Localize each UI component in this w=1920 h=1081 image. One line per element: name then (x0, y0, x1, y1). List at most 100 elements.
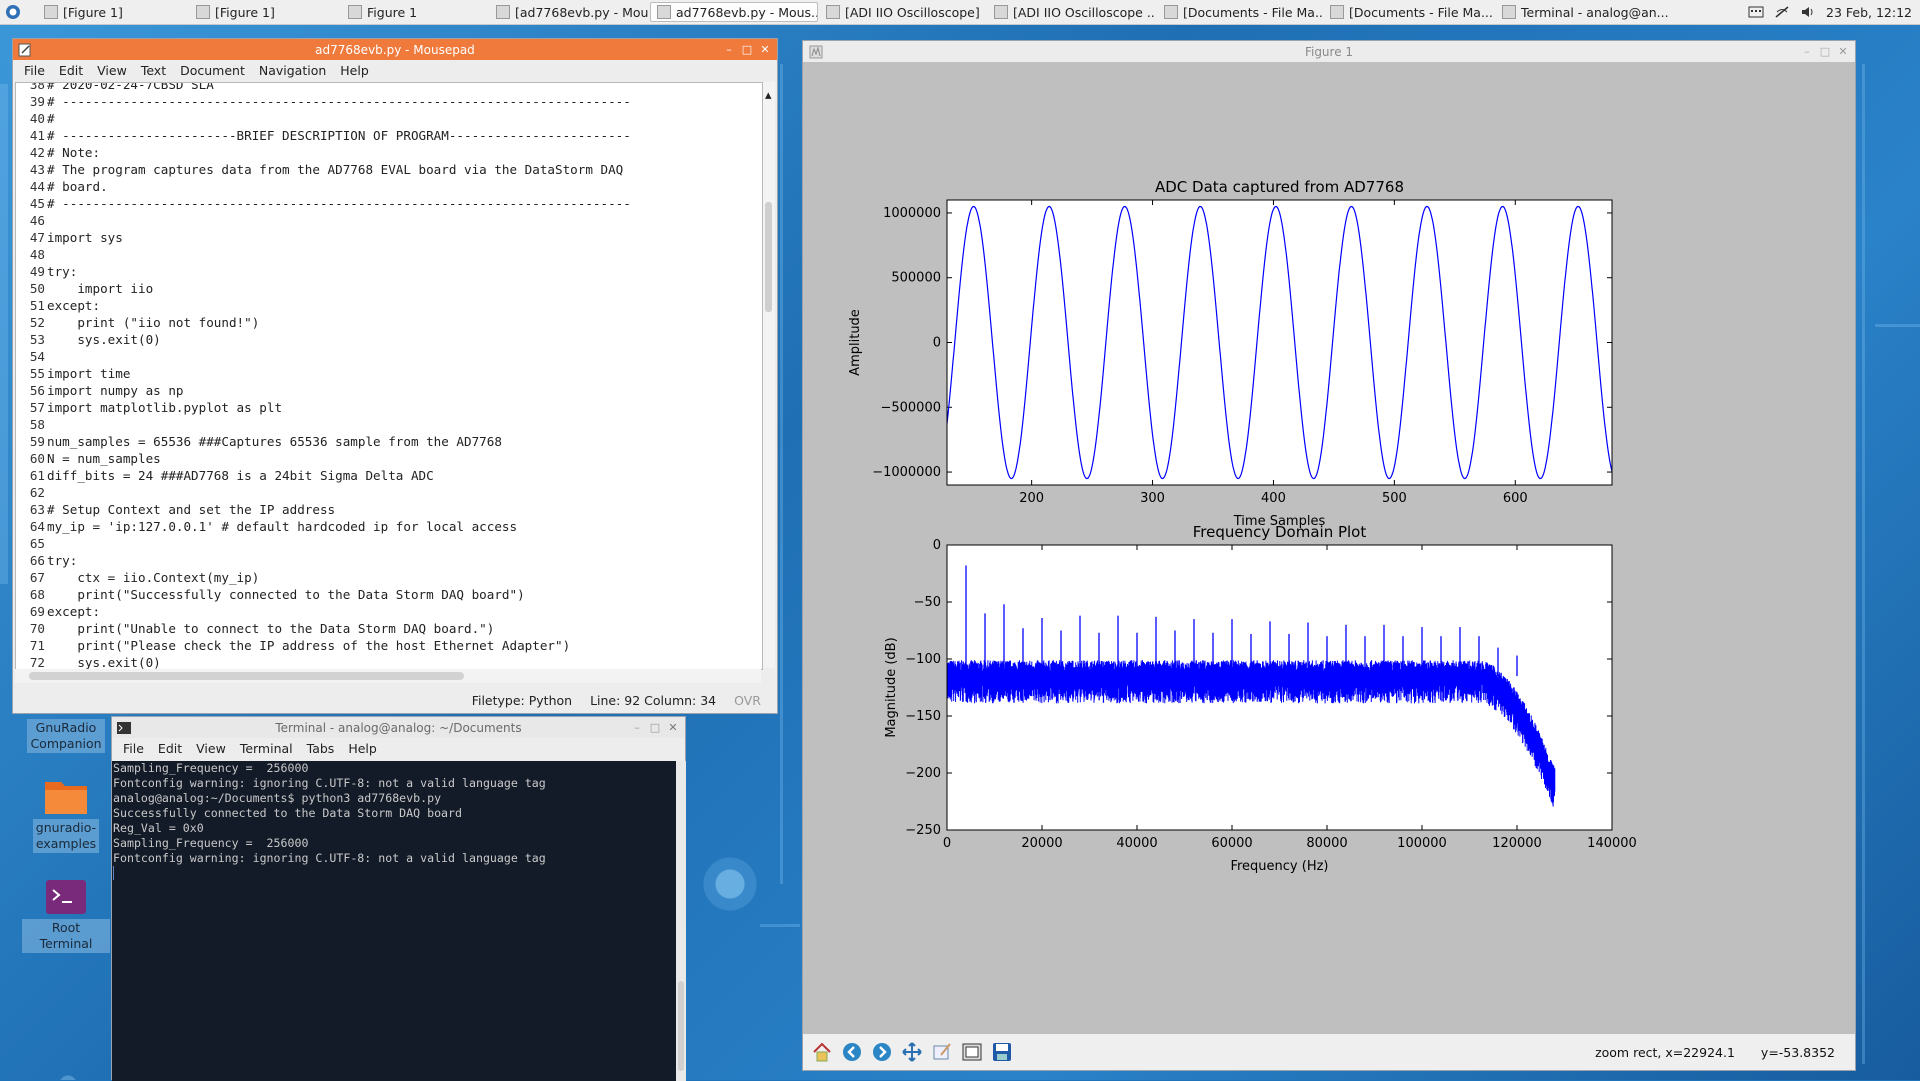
code-line: 62 (16, 484, 762, 501)
scrollbar-thumb[interactable] (765, 202, 772, 312)
maximize-button[interactable]: □ (1819, 45, 1831, 58)
taskbar-task-button[interactable]: [Documents - File Ma... (1324, 2, 1494, 22)
terminal-window: Terminal - analog@analog: ~/Documents – … (111, 716, 686, 1081)
cursor-position: Line: 92 Column: 34 (590, 692, 717, 708)
taskbar-task-button[interactable]: ad7768evb.py - Mous... (650, 2, 818, 22)
line-code: import iio (47, 281, 154, 296)
close-button[interactable]: ✕ (667, 721, 679, 734)
line-number: 64 (29, 519, 45, 534)
line-number: 43 (29, 162, 45, 177)
line-code: # The program captures data from the AD7… (47, 162, 624, 177)
menu-item[interactable]: Help (333, 63, 376, 78)
taskbar-task-button[interactable]: [Figure 1] (38, 2, 188, 22)
code-line: 69 except: (16, 603, 762, 620)
terminal-output[interactable]: Sampling_Frequency = 256000 Fontconfig wa… (112, 761, 678, 1081)
line-number: 66 (29, 553, 45, 568)
line-number: 42 (29, 145, 45, 160)
desktop-icon-gnuradio-companion[interactable]: GnuRadio Companion (26, 716, 106, 753)
menu-item[interactable]: Navigation (252, 63, 333, 78)
x-tick-label: 80000 (1306, 836, 1347, 851)
cursor-x-readout: zoom rect, x=22924.1 (1595, 1044, 1735, 1060)
code-line: 64 my_ip = 'ip:127.0.0.1' # default hardc… (16, 518, 762, 535)
menu-item[interactable]: Help (341, 741, 384, 756)
overwrite-mode[interactable]: OVR (734, 693, 761, 708)
line-number: 50 (29, 281, 45, 296)
pan-button[interactable] (899, 1039, 925, 1065)
home-button[interactable] (809, 1039, 835, 1065)
menu-item[interactable]: Terminal (233, 741, 300, 756)
figure-canvas[interactable]: ADC Data captured from AD7768 Time Sample… (810, 69, 1850, 1030)
forward-button[interactable] (869, 1039, 895, 1065)
maximize-button[interactable]: □ (649, 721, 661, 734)
menu-item[interactable]: File (17, 63, 52, 78)
code-line: 50 import iio (16, 280, 762, 297)
menu-item[interactable]: Tabs (300, 741, 342, 756)
network-disconnected-icon[interactable] (1774, 5, 1790, 19)
code-editor[interactable]: 38 # 2020-02-24-7CBSD SLA 39 # ------------… (15, 82, 763, 670)
app-icon (1330, 5, 1344, 19)
taskbar-task-button[interactable]: Figure 1 (342, 2, 488, 22)
line-number: 55 (29, 366, 45, 381)
taskbar-task-button[interactable]: Terminal - analog@an... (1496, 2, 1672, 22)
configure-subplots-button[interactable] (959, 1039, 985, 1065)
code-line: 47 import sys (16, 229, 762, 246)
taskbar-task-button[interactable]: [Figure 1] (190, 2, 340, 22)
menu-item[interactable]: View (189, 741, 233, 756)
horizontal-scrollbar[interactable] (15, 669, 761, 683)
terminal-titlebar[interactable]: Terminal - analog@analog: ~/Documents – … (112, 717, 685, 738)
taskbar-task-button[interactable]: [ADI IIO Oscilloscope] (820, 2, 986, 22)
taskbar-task-button[interactable]: [ADI IIO Oscilloscope ... (988, 2, 1156, 22)
back-button[interactable] (839, 1039, 865, 1065)
menu-item[interactable]: File (116, 741, 151, 756)
figure-titlebar[interactable]: Figure 1 – □ ✕ (803, 41, 1855, 62)
applications-menu-button[interactable] (2, 1, 24, 23)
line-code: # --------------------------------------… (47, 94, 631, 109)
save-button[interactable] (989, 1039, 1015, 1065)
line-code: ctx = iio.Context(my_ip) (47, 570, 260, 585)
close-button[interactable]: ✕ (1837, 45, 1849, 58)
scroll-up-arrow-icon[interactable]: ▴ (765, 88, 773, 103)
mousepad-window: ad7768evb.py - Mousepad – □ ✕ File Edit Vi… (12, 38, 778, 714)
minimize-button[interactable]: – (1801, 45, 1813, 58)
y-tick-label: −200 (905, 766, 941, 781)
desktop-icon-gnuradio-examples[interactable]: gnuradio- examples (26, 776, 106, 853)
scrollbar-thumb[interactable] (678, 981, 684, 1071)
vertical-scrollbar[interactable]: ▴ (763, 82, 775, 668)
taskbar-task-button[interactable]: [Documents - File Ma... (1158, 2, 1322, 22)
minimize-button[interactable]: – (723, 43, 735, 56)
line-code: except: (47, 604, 101, 619)
menu-item[interactable]: Document (173, 63, 252, 78)
maximize-button[interactable]: □ (741, 43, 753, 56)
terminal-scrollbar[interactable] (676, 761, 686, 1081)
line-number: 44 (29, 179, 45, 194)
minimize-button[interactable]: – (631, 721, 643, 734)
menu-item[interactable]: Text (134, 63, 173, 78)
menu-item[interactable]: View (90, 63, 134, 78)
keyboard-icon[interactable] (1748, 5, 1764, 19)
desktop-icon-label: gnuradio- examples (32, 819, 100, 853)
app-icon (826, 5, 840, 19)
line-code: # Setup Context and set the IP address (47, 502, 336, 517)
scrollbar-thumb[interactable] (29, 672, 464, 680)
desktop-icon-root-terminal[interactable]: Root Terminal (22, 878, 110, 953)
taskbar-task-button[interactable]: [ad7768evb.py - Mou... (490, 2, 648, 22)
menu-item[interactable]: Edit (151, 741, 189, 756)
code-line: 67 ctx = iio.Context(my_ip) (16, 569, 762, 586)
zoom-rect-button[interactable] (929, 1039, 955, 1065)
clock[interactable]: 23 Feb, 12:12 (1826, 5, 1912, 20)
line-code: diff_bits = 24 ###AD7768 is a 24bit Sigm… (47, 468, 434, 483)
line-number: 56 (29, 383, 45, 398)
terminal-line: Reg_Val = 0x0 (113, 821, 204, 835)
code-line: 56 import numpy as np (16, 382, 762, 399)
line-code: # (47, 111, 55, 126)
filetype-label[interactable]: Filetype: Python (472, 693, 572, 708)
line-number: 45 (29, 196, 45, 211)
volume-icon[interactable] (1800, 5, 1816, 19)
close-button[interactable]: ✕ (759, 43, 771, 56)
line-code: print("Successfully connected to the Dat… (47, 587, 525, 602)
figure-plots[interactable]: ADC Data captured from AD7768Time Sample… (810, 69, 1850, 1030)
line-number: 51 (29, 298, 45, 313)
mousepad-titlebar[interactable]: ad7768evb.py - Mousepad – □ ✕ (13, 39, 777, 60)
menu-item[interactable]: Edit (52, 63, 90, 78)
